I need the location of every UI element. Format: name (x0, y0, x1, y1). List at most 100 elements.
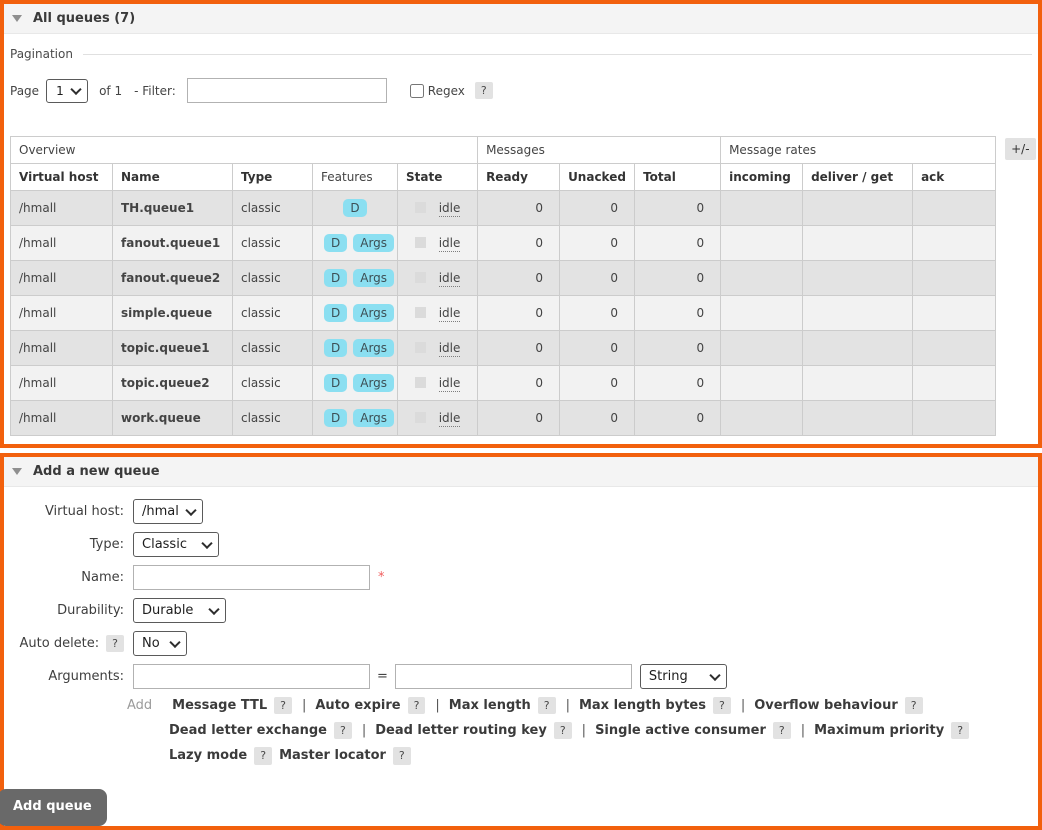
cell-unacked: 0 (560, 401, 635, 436)
argument-shortcut-link[interactable]: Overflow behaviour (754, 698, 898, 713)
argument-shortcut-link[interactable]: Single active consumer (595, 723, 766, 738)
col-unacked[interactable]: Unacked (560, 164, 635, 191)
help-icon[interactable]: ? (773, 722, 791, 739)
cell-deliver-get (803, 331, 913, 366)
group-messages: Messages (478, 137, 721, 164)
cell-state: idle (398, 401, 478, 436)
add-label: Add (127, 698, 152, 713)
filter-input[interactable] (187, 78, 387, 103)
add-queue-form: Virtual host: /hmall Type: Classic (4, 499, 1038, 826)
regex-help-icon[interactable]: ? (475, 82, 493, 99)
help-icon[interactable]: ? (274, 697, 292, 714)
argument-key-input[interactable] (133, 664, 370, 689)
cell-ack (913, 296, 996, 331)
argument-value-input[interactable] (395, 664, 632, 689)
cell-queue-name[interactable]: simple.queue (113, 296, 233, 331)
col-state[interactable]: State (398, 164, 478, 191)
cell-virtual-host: /hmall (11, 226, 113, 261)
argument-shortcut-link[interactable]: Max length bytes (579, 698, 706, 713)
auto-delete-help-icon[interactable]: ? (106, 635, 124, 652)
help-icon[interactable]: ? (254, 747, 272, 764)
virtual-host-select[interactable]: /hmall (133, 499, 203, 524)
cell-virtual-host: /hmall (11, 296, 113, 331)
cell-queue-name[interactable]: topic.queue1 (113, 331, 233, 366)
cell-ack (913, 226, 996, 261)
page-label: Page (10, 84, 39, 98)
type-select[interactable]: Classic (133, 532, 219, 557)
help-icon[interactable]: ? (951, 722, 969, 739)
cell-type: classic (233, 191, 313, 226)
help-icon[interactable]: ? (905, 697, 923, 714)
section-title: All queues (7) (33, 11, 135, 26)
durability-select[interactable]: Durable (133, 598, 226, 623)
queue-name-input[interactable] (133, 565, 370, 590)
regex-checkbox[interactable] (410, 84, 424, 98)
cell-virtual-host: /hmall (11, 401, 113, 436)
queues-table-body: /hmall TH.queue1 classic D idle 0 0 0 /h… (11, 191, 996, 436)
help-icon[interactable]: ? (713, 697, 731, 714)
help-icon[interactable]: ? (393, 747, 411, 764)
state-label: idle (439, 271, 461, 287)
cell-queue-name[interactable]: work.queue (113, 401, 233, 436)
col-total[interactable]: Total (635, 164, 721, 191)
cell-queue-name[interactable]: TH.queue1 (113, 191, 233, 226)
col-ready[interactable]: Ready (478, 164, 560, 191)
separator: | (741, 698, 745, 713)
auto-delete-select[interactable]: No (133, 631, 187, 656)
help-icon[interactable]: ? (408, 697, 426, 714)
add-queue-header[interactable]: Add a new queue (4, 457, 1038, 487)
col-name[interactable]: Name (113, 164, 233, 191)
add-queue-section: Add a new queue Virtual host: /hmall Typ… (0, 453, 1042, 830)
cell-queue-name[interactable]: fanout.queue2 (113, 261, 233, 296)
argument-shortcut-link[interactable]: Master locator (279, 748, 386, 763)
all-queues-header[interactable]: All queues (7) (4, 4, 1038, 34)
page-select-wrap: 1 (46, 79, 88, 103)
argument-shortcut-link[interactable]: Max length (449, 698, 531, 713)
table-row: /hmall TH.queue1 classic D idle 0 0 0 (11, 191, 996, 226)
cell-state: idle (398, 296, 478, 331)
argument-shortcut-link[interactable]: Lazy mode (169, 748, 247, 763)
argument-type-select[interactable]: String (640, 664, 727, 689)
group-header-row: Overview Messages Message rates (11, 137, 996, 164)
queues-table-wrap: Overview Messages Message rates Virtual … (10, 136, 1032, 436)
type-label: Type: (4, 537, 124, 552)
argument-shortcut-link[interactable]: Message TTL (172, 698, 267, 713)
argument-shortcut-link[interactable]: Auto expire (315, 698, 400, 713)
col-ack[interactable]: ack (913, 164, 996, 191)
argument-shortcut-link[interactable]: Dead letter exchange (169, 723, 327, 738)
cell-ready: 0 (478, 401, 560, 436)
cell-features: DArgs (313, 296, 398, 331)
col-virtual-host[interactable]: Virtual host (11, 164, 113, 191)
cell-queue-name[interactable]: topic.queue2 (113, 366, 233, 401)
cell-type: classic (233, 331, 313, 366)
cell-ack (913, 331, 996, 366)
help-icon[interactable]: ? (554, 722, 572, 739)
state-indicator (415, 307, 426, 318)
col-features: Features (313, 164, 398, 191)
cell-virtual-host: /hmall (11, 261, 113, 296)
add-queue-button[interactable]: Add queue (0, 789, 107, 826)
cell-queue-name[interactable]: fanout.queue1 (113, 226, 233, 261)
separator: | (582, 723, 586, 738)
argument-shortcut-link[interactable]: Dead letter routing key (375, 723, 547, 738)
section-title: Add a new queue (33, 464, 160, 479)
page-select[interactable]: 1 (46, 79, 88, 103)
table-row: /hmall simple.queue classic DArgs idle 0… (11, 296, 996, 331)
col-incoming[interactable]: incoming (721, 164, 803, 191)
argument-shortcut-link[interactable]: Maximum priority (814, 723, 944, 738)
cell-deliver-get (803, 296, 913, 331)
feature-badge: D (324, 339, 347, 357)
virtual-host-row: Virtual host: /hmall (4, 499, 1038, 524)
help-icon[interactable]: ? (334, 722, 352, 739)
column-toggle-button[interactable]: +/- (1005, 138, 1035, 160)
queues-page: All queues (7) Pagination Page 1 of 1 - … (0, 0, 1042, 830)
col-type[interactable]: Type (233, 164, 313, 191)
state-label: idle (439, 376, 461, 392)
state-indicator (415, 272, 426, 283)
col-deliver-get[interactable]: deliver / get (803, 164, 913, 191)
type-row: Type: Classic (4, 532, 1038, 557)
cell-virtual-host: /hmall (11, 366, 113, 401)
help-icon[interactable]: ? (538, 697, 556, 714)
separator: | (302, 698, 306, 713)
cell-features: DArgs (313, 261, 398, 296)
